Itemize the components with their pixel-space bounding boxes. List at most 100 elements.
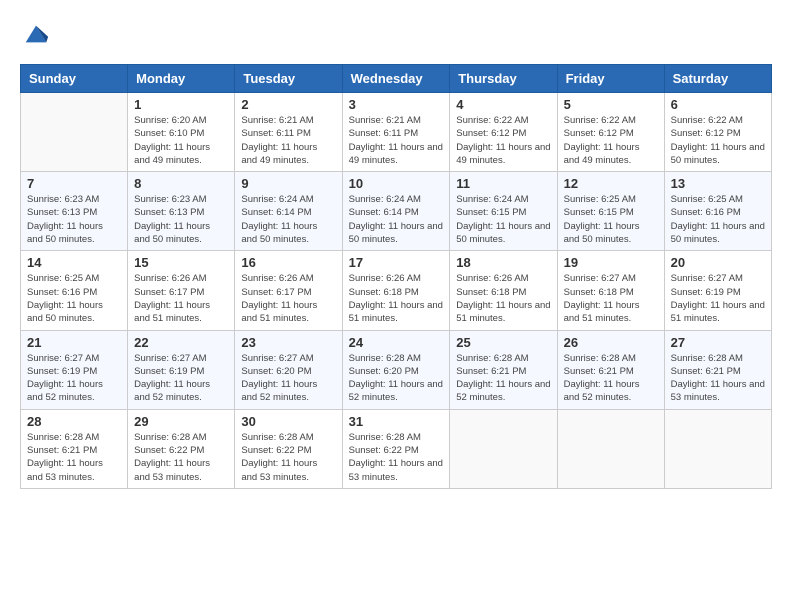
calendar-cell: 25 Sunrise: 6:28 AM Sunset: 6:21 PM Dayl…	[450, 330, 557, 409]
calendar-week-3: 14 Sunrise: 6:25 AM Sunset: 6:16 PM Dayl…	[21, 251, 772, 330]
day-info: Sunrise: 6:28 AM Sunset: 6:21 PM Dayligh…	[564, 352, 658, 405]
day-info: Sunrise: 6:22 AM Sunset: 6:12 PM Dayligh…	[456, 114, 550, 167]
weekday-header-saturday: Saturday	[664, 65, 771, 93]
day-number: 13	[671, 176, 765, 191]
calendar-cell: 26 Sunrise: 6:28 AM Sunset: 6:21 PM Dayl…	[557, 330, 664, 409]
calendar-cell: 17 Sunrise: 6:26 AM Sunset: 6:18 PM Dayl…	[342, 251, 450, 330]
sunset-label: Sunset: 6:17 PM	[134, 287, 204, 298]
daylight-label: Daylight: 11 hours and 50 minutes.	[27, 221, 103, 245]
sunset-label: Sunset: 6:18 PM	[456, 287, 526, 298]
daylight-label: Daylight: 11 hours and 50 minutes.	[671, 142, 765, 166]
day-info: Sunrise: 6:28 AM Sunset: 6:21 PM Dayligh…	[27, 431, 121, 484]
day-info: Sunrise: 6:21 AM Sunset: 6:11 PM Dayligh…	[349, 114, 444, 167]
day-number: 22	[134, 335, 228, 350]
daylight-label: Daylight: 11 hours and 53 minutes.	[671, 379, 765, 403]
sunrise-label: Sunrise: 6:21 AM	[241, 115, 313, 126]
calendar-cell: 29 Sunrise: 6:28 AM Sunset: 6:22 PM Dayl…	[128, 409, 235, 488]
calendar-cell: 21 Sunrise: 6:27 AM Sunset: 6:19 PM Dayl…	[21, 330, 128, 409]
sunset-label: Sunset: 6:14 PM	[241, 207, 311, 218]
day-info: Sunrise: 6:25 AM Sunset: 6:16 PM Dayligh…	[671, 193, 765, 246]
sunset-label: Sunset: 6:18 PM	[564, 287, 634, 298]
calendar-week-1: 1 Sunrise: 6:20 AM Sunset: 6:10 PM Dayli…	[21, 93, 772, 172]
sunset-label: Sunset: 6:20 PM	[349, 366, 419, 377]
sunrise-label: Sunrise: 6:22 AM	[564, 115, 636, 126]
sunset-label: Sunset: 6:19 PM	[671, 287, 741, 298]
calendar-cell: 8 Sunrise: 6:23 AM Sunset: 6:13 PM Dayli…	[128, 172, 235, 251]
daylight-label: Daylight: 11 hours and 50 minutes.	[564, 221, 640, 245]
sunrise-label: Sunrise: 6:25 AM	[564, 194, 636, 205]
sunrise-label: Sunrise: 6:27 AM	[134, 353, 206, 364]
sunset-label: Sunset: 6:19 PM	[134, 366, 204, 377]
daylight-label: Daylight: 11 hours and 53 minutes.	[349, 458, 443, 482]
day-info: Sunrise: 6:26 AM Sunset: 6:18 PM Dayligh…	[349, 272, 444, 325]
calendar-cell: 23 Sunrise: 6:27 AM Sunset: 6:20 PM Dayl…	[235, 330, 342, 409]
daylight-label: Daylight: 11 hours and 50 minutes.	[671, 221, 765, 245]
calendar-cell: 6 Sunrise: 6:22 AM Sunset: 6:12 PM Dayli…	[664, 93, 771, 172]
day-info: Sunrise: 6:25 AM Sunset: 6:16 PM Dayligh…	[27, 272, 121, 325]
day-info: Sunrise: 6:28 AM Sunset: 6:21 PM Dayligh…	[456, 352, 550, 405]
calendar-table: SundayMondayTuesdayWednesdayThursdayFrid…	[20, 64, 772, 489]
sunrise-label: Sunrise: 6:26 AM	[134, 273, 206, 284]
sunrise-label: Sunrise: 6:28 AM	[564, 353, 636, 364]
logo-icon	[22, 20, 50, 48]
sunrise-label: Sunrise: 6:27 AM	[241, 353, 313, 364]
day-info: Sunrise: 6:25 AM Sunset: 6:15 PM Dayligh…	[564, 193, 658, 246]
day-info: Sunrise: 6:20 AM Sunset: 6:10 PM Dayligh…	[134, 114, 228, 167]
day-info: Sunrise: 6:23 AM Sunset: 6:13 PM Dayligh…	[27, 193, 121, 246]
daylight-label: Daylight: 11 hours and 53 minutes.	[241, 458, 317, 482]
sunset-label: Sunset: 6:12 PM	[456, 128, 526, 139]
day-info: Sunrise: 6:27 AM Sunset: 6:20 PM Dayligh…	[241, 352, 335, 405]
weekday-header-friday: Friday	[557, 65, 664, 93]
calendar-cell: 28 Sunrise: 6:28 AM Sunset: 6:21 PM Dayl…	[21, 409, 128, 488]
daylight-label: Daylight: 11 hours and 52 minutes.	[134, 379, 210, 403]
calendar-cell: 24 Sunrise: 6:28 AM Sunset: 6:20 PM Dayl…	[342, 330, 450, 409]
sunset-label: Sunset: 6:18 PM	[349, 287, 419, 298]
sunrise-label: Sunrise: 6:28 AM	[27, 432, 99, 443]
calendar-cell: 27 Sunrise: 6:28 AM Sunset: 6:21 PM Dayl…	[664, 330, 771, 409]
daylight-label: Daylight: 11 hours and 49 minutes.	[456, 142, 550, 166]
day-number: 10	[349, 176, 444, 191]
calendar-cell: 5 Sunrise: 6:22 AM Sunset: 6:12 PM Dayli…	[557, 93, 664, 172]
sunset-label: Sunset: 6:21 PM	[564, 366, 634, 377]
day-number: 12	[564, 176, 658, 191]
day-number: 23	[241, 335, 335, 350]
calendar-cell: 7 Sunrise: 6:23 AM Sunset: 6:13 PM Dayli…	[21, 172, 128, 251]
daylight-label: Daylight: 11 hours and 50 minutes.	[456, 221, 550, 245]
day-number: 20	[671, 255, 765, 270]
calendar-cell: 11 Sunrise: 6:24 AM Sunset: 6:15 PM Dayl…	[450, 172, 557, 251]
day-info: Sunrise: 6:27 AM Sunset: 6:19 PM Dayligh…	[27, 352, 121, 405]
calendar-cell	[664, 409, 771, 488]
sunset-label: Sunset: 6:13 PM	[134, 207, 204, 218]
daylight-label: Daylight: 11 hours and 52 minutes.	[241, 379, 317, 403]
day-info: Sunrise: 6:28 AM Sunset: 6:21 PM Dayligh…	[671, 352, 765, 405]
calendar-week-2: 7 Sunrise: 6:23 AM Sunset: 6:13 PM Dayli…	[21, 172, 772, 251]
calendar-cell: 4 Sunrise: 6:22 AM Sunset: 6:12 PM Dayli…	[450, 93, 557, 172]
weekday-header-wednesday: Wednesday	[342, 65, 450, 93]
sunset-label: Sunset: 6:11 PM	[349, 128, 419, 139]
sunset-label: Sunset: 6:22 PM	[241, 445, 311, 456]
calendar-cell: 2 Sunrise: 6:21 AM Sunset: 6:11 PM Dayli…	[235, 93, 342, 172]
sunrise-label: Sunrise: 6:28 AM	[349, 353, 421, 364]
sunset-label: Sunset: 6:12 PM	[671, 128, 741, 139]
day-info: Sunrise: 6:27 AM Sunset: 6:19 PM Dayligh…	[671, 272, 765, 325]
day-number: 31	[349, 414, 444, 429]
calendar-week-5: 28 Sunrise: 6:28 AM Sunset: 6:21 PM Dayl…	[21, 409, 772, 488]
calendar-cell: 19 Sunrise: 6:27 AM Sunset: 6:18 PM Dayl…	[557, 251, 664, 330]
calendar-cell	[557, 409, 664, 488]
calendar-cell: 30 Sunrise: 6:28 AM Sunset: 6:22 PM Dayl…	[235, 409, 342, 488]
sunset-label: Sunset: 6:19 PM	[27, 366, 97, 377]
logo	[20, 20, 50, 48]
day-number: 27	[671, 335, 765, 350]
day-number: 1	[134, 97, 228, 112]
day-number: 28	[27, 414, 121, 429]
calendar-cell: 20 Sunrise: 6:27 AM Sunset: 6:19 PM Dayl…	[664, 251, 771, 330]
day-number: 11	[456, 176, 550, 191]
sunset-label: Sunset: 6:15 PM	[564, 207, 634, 218]
day-info: Sunrise: 6:22 AM Sunset: 6:12 PM Dayligh…	[671, 114, 765, 167]
calendar-cell: 13 Sunrise: 6:25 AM Sunset: 6:16 PM Dayl…	[664, 172, 771, 251]
daylight-label: Daylight: 11 hours and 50 minutes.	[27, 300, 103, 324]
daylight-label: Daylight: 11 hours and 49 minutes.	[241, 142, 317, 166]
daylight-label: Daylight: 11 hours and 51 minutes.	[564, 300, 640, 324]
sunset-label: Sunset: 6:15 PM	[456, 207, 526, 218]
sunrise-label: Sunrise: 6:23 AM	[27, 194, 99, 205]
